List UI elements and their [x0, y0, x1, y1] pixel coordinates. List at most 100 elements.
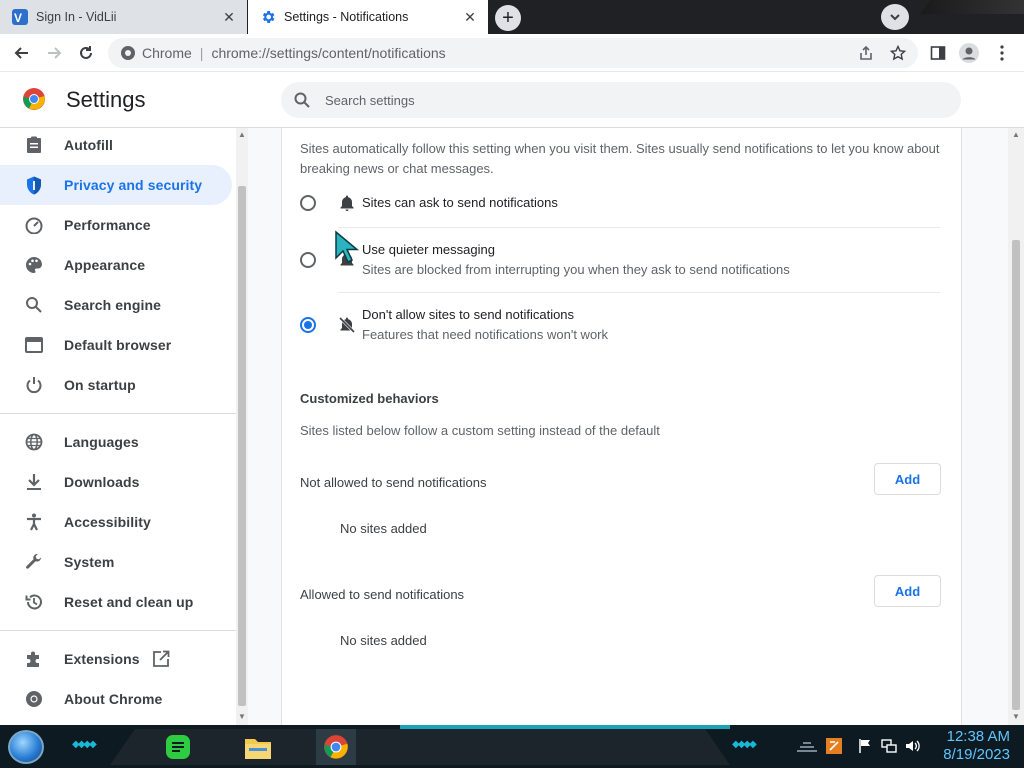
vidlii-favicon-icon: V — [12, 9, 28, 25]
gear-icon — [260, 9, 276, 25]
clipboard-icon — [24, 135, 44, 155]
radio-dont-allow[interactable] — [300, 317, 316, 333]
sidebar-item-label: Search engine — [64, 297, 162, 313]
chevron-down-icon — [890, 14, 900, 21]
tab-search-button[interactable] — [881, 4, 909, 30]
option-divider — [338, 292, 940, 293]
palette-icon — [24, 255, 44, 275]
sidebar-item-default-browser[interactable]: Default browser — [0, 325, 232, 365]
share-icon — [860, 45, 872, 60]
sidebar-item-label: Autofill — [64, 137, 114, 153]
sidebar-item-system[interactable]: System — [0, 542, 232, 582]
taskbar-strip — [110, 729, 730, 765]
option-label: Use quieter messaging — [362, 242, 495, 257]
not-allowed-empty-text: No sites added — [340, 521, 427, 536]
search-icon — [294, 92, 310, 108]
sidebar-item-about[interactable]: About Chrome — [0, 679, 232, 719]
notes-app-icon[interactable] — [160, 729, 196, 765]
taskbar-clock[interactable]: 12:38 AM 8/19/2023 — [930, 728, 1010, 764]
intro-text: Sites automatically follow this setting … — [300, 141, 940, 176]
tab-vidlii[interactable]: V Sign In - VidLii ✕ — [0, 0, 247, 34]
search-input[interactable] — [325, 92, 925, 108]
clock-time: 12:38 AM — [946, 728, 1010, 745]
side-panel-icon — [930, 46, 946, 60]
start-button[interactable] — [8, 730, 44, 764]
radio-quieter-messaging[interactable] — [300, 252, 316, 268]
sidebar-item-accessibility[interactable]: Accessibility — [0, 502, 232, 542]
shield-icon — [24, 175, 44, 195]
scroll-up-arrow-icon[interactable]: ▲ — [236, 130, 248, 140]
share-button[interactable] — [854, 41, 878, 65]
reload-button[interactable] — [74, 41, 98, 65]
customized-behaviors-subtitle: Sites listed below follow a custom setti… — [300, 423, 660, 438]
option-sites-can-ask[interactable]: Sites can ask to send notifications — [300, 192, 941, 214]
volume-icon[interactable] — [905, 738, 921, 754]
settings-header: Settings — [0, 72, 1024, 128]
add-blocked-site-button[interactable]: Add — [874, 463, 941, 495]
sidebar-item-privacy[interactable]: Privacy and security — [0, 165, 232, 205]
close-tab-icon[interactable]: ✕ — [219, 7, 239, 27]
accessibility-icon — [24, 512, 44, 532]
avatar-icon — [959, 43, 979, 63]
sidebar-scroll-thumb[interactable] — [238, 186, 246, 706]
scroll-down-arrow-icon[interactable]: ▼ — [236, 712, 248, 722]
sidebar-item-performance[interactable]: Performance — [0, 205, 232, 245]
new-tab-button[interactable]: + — [495, 5, 521, 31]
browser-toolbar: Chrome | chrome://settings/content/notif… — [0, 34, 1024, 72]
profile-button[interactable] — [957, 41, 981, 65]
back-button[interactable] — [10, 41, 34, 65]
scroll-down-arrow-icon[interactable]: ▼ — [1010, 712, 1022, 722]
sidebar-item-search-engine[interactable]: Search engine — [0, 285, 232, 325]
wrench-icon — [24, 552, 44, 572]
window-frame-decoration — [920, 0, 1024, 14]
option-dont-allow[interactable]: Don't allow sites to send notifications … — [300, 305, 941, 349]
network-icon[interactable] — [881, 738, 897, 754]
sidebar-scrollbar[interactable]: ▲ ▼ — [236, 128, 248, 725]
file-explorer-icon[interactable] — [240, 729, 276, 765]
close-tab-icon[interactable]: ✕ — [460, 7, 480, 27]
sidebar-item-extensions[interactable]: Extensions — [0, 639, 232, 679]
option-quieter-messaging[interactable]: Use quieter messaging Sites are blocked … — [300, 240, 941, 284]
taskbar-accent — [400, 725, 730, 729]
main-scrollbar[interactable]: ▲ ▼ — [1008, 128, 1024, 725]
sidebar-item-label: Reset and clean up — [64, 594, 194, 610]
forward-button[interactable] — [42, 41, 66, 65]
chrome-icon — [24, 689, 44, 709]
tray-stack-icon[interactable] — [795, 738, 819, 754]
search-icon — [24, 295, 44, 315]
option-sublabel: Sites are blocked from interrupting you … — [362, 262, 790, 277]
chrome-site-icon — [121, 46, 135, 60]
main-scroll-thumb[interactable] — [1012, 240, 1020, 710]
globe-icon — [24, 432, 44, 452]
sidebar-item-on-startup[interactable]: On startup — [0, 365, 232, 405]
sidebar-item-languages[interactable]: Languages — [0, 422, 232, 462]
url-separator: | — [199, 45, 204, 61]
kebab-menu-icon — [1000, 45, 1004, 61]
sidebar-item-label: System — [64, 554, 115, 570]
chrome-taskbar-icon[interactable] — [316, 729, 356, 765]
tab-settings-notifications[interactable]: Settings - Notifications ✕ — [248, 0, 488, 34]
menu-button[interactable] — [990, 41, 1014, 65]
address-bar[interactable]: Chrome | chrome://settings/content/notif… — [108, 38, 918, 68]
power-icon — [24, 375, 44, 395]
sidebar-item-label: Default browser — [64, 337, 172, 353]
add-allowed-site-button[interactable]: Add — [874, 575, 941, 607]
bookmark-button[interactable] — [886, 41, 910, 65]
star-icon — [890, 45, 906, 61]
flag-icon[interactable] — [857, 738, 873, 754]
download-icon — [24, 472, 44, 492]
scroll-up-arrow-icon[interactable]: ▲ — [1010, 130, 1022, 140]
sidebar-item-autofill[interactable]: Autofill — [0, 128, 232, 165]
settings-search[interactable] — [281, 82, 961, 118]
mouse-cursor-icon — [335, 230, 360, 264]
side-panel-button[interactable] — [926, 41, 950, 65]
sidebar-item-downloads[interactable]: Downloads — [0, 462, 232, 502]
tray-app-icon[interactable] — [826, 738, 842, 754]
chrome-logo-icon — [23, 88, 45, 110]
settings-sidebar: Autofill Privacy and security Performanc… — [0, 128, 236, 725]
sidebar-item-label: About Chrome — [64, 691, 163, 707]
sidebar-item-reset[interactable]: Reset and clean up — [0, 582, 232, 622]
sidebar-item-appearance[interactable]: Appearance — [0, 245, 232, 285]
option-label: Don't allow sites to send notifications — [362, 307, 575, 322]
radio-sites-can-ask[interactable] — [300, 195, 316, 211]
